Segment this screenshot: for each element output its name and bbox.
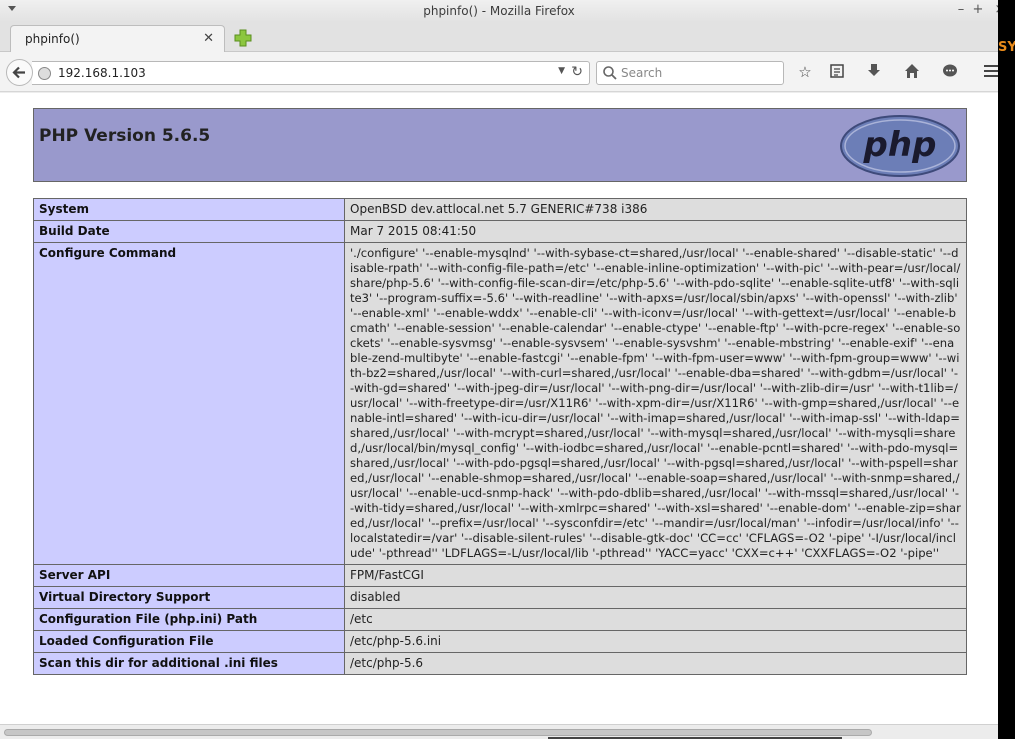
reload-icon[interactable]: ↻ bbox=[571, 64, 583, 80]
table-row: Server API FPM/FastCGI bbox=[33, 564, 967, 587]
row-key: Loaded Configuration File bbox=[33, 630, 345, 653]
php-logo: php bbox=[839, 114, 961, 182]
php-version-title: PHP Version 5.6.5 bbox=[39, 126, 211, 146]
row-key: Virtual Directory Support bbox=[33, 586, 345, 609]
new-tab-icon[interactable] bbox=[233, 28, 253, 48]
horizontal-scrollbar[interactable] bbox=[0, 724, 998, 739]
row-key: Build Date bbox=[33, 220, 345, 243]
table-row: System OpenBSD dev.attlocal.net 5.7 GENE… bbox=[33, 198, 967, 221]
tab-label: phpinfo() bbox=[25, 32, 80, 46]
table-row: Virtual Directory Support disabled bbox=[33, 586, 967, 609]
row-key: Scan this dir for additional .ini files bbox=[33, 652, 345, 675]
row-value: Mar 7 2015 08:41:50 bbox=[344, 220, 967, 243]
row-value: /etc/php-5.6.ini bbox=[344, 630, 967, 653]
row-key: Configure Command bbox=[33, 242, 345, 565]
row-value: OpenBSD dev.attlocal.net 5.7 GENERIC#738… bbox=[344, 198, 967, 221]
menu-icon[interactable] bbox=[982, 63, 998, 81]
reading-list-icon[interactable] bbox=[828, 63, 846, 81]
download-icon[interactable] bbox=[865, 63, 883, 81]
url-text[interactable]: 192.168.1.103 bbox=[58, 66, 146, 80]
row-key: Server API bbox=[33, 564, 345, 587]
table-row: Configure Command './configure' '--enabl… bbox=[33, 242, 967, 565]
row-value: disabled bbox=[344, 586, 967, 609]
navigation-bar: 192.168.1.103 ▼ ↻ Search ☆ bbox=[0, 52, 998, 92]
tab-bar: phpinfo() ✕ bbox=[0, 22, 998, 53]
svg-text:php: php bbox=[863, 125, 937, 165]
chat-icon[interactable] bbox=[941, 63, 959, 81]
search-bar[interactable]: Search bbox=[596, 61, 784, 85]
url-dropdown-icon[interactable]: ▼ bbox=[558, 66, 565, 76]
row-value: './configure' '--enable-mysqlnd' '--with… bbox=[344, 242, 967, 565]
row-value: FPM/FastCGI bbox=[344, 564, 967, 587]
page-content: PHP Version 5.6.5 php System OpenBSD dev… bbox=[0, 93, 998, 724]
title-bar: phpinfo() - Mozilla Firefox – + × bbox=[0, 0, 998, 22]
scrollbar-thumb[interactable] bbox=[4, 729, 872, 736]
table-row: Scan this dir for additional .ini files … bbox=[33, 652, 967, 675]
minimize-icon[interactable]: – bbox=[953, 2, 969, 18]
home-icon[interactable] bbox=[903, 63, 921, 81]
window-menu-icon[interactable] bbox=[8, 6, 16, 11]
desktop-edge: SY bbox=[998, 0, 1015, 739]
row-value: /etc bbox=[344, 608, 967, 631]
row-value: /etc/php-5.6 bbox=[344, 652, 967, 675]
table-row: Loaded Configuration File /etc/php-5.6.i… bbox=[33, 630, 967, 653]
tab-close-icon[interactable]: ✕ bbox=[203, 31, 214, 46]
row-key: Configuration File (php.ini) Path bbox=[33, 608, 345, 631]
row-key: System bbox=[33, 198, 345, 221]
back-button[interactable] bbox=[6, 59, 33, 86]
table-row: Configuration File (php.ini) Path /etc bbox=[33, 608, 967, 631]
php-version-header: PHP Version 5.6.5 php bbox=[33, 108, 967, 182]
site-identity-icon[interactable] bbox=[38, 67, 51, 80]
window-title: phpinfo() - Mozilla Firefox bbox=[423, 4, 575, 18]
bookmark-star-icon[interactable]: ☆ bbox=[796, 63, 814, 81]
maximize-icon[interactable]: + bbox=[970, 2, 986, 18]
search-icon bbox=[602, 65, 618, 85]
table-row: Build Date Mar 7 2015 08:41:50 bbox=[33, 220, 967, 243]
edge-text: SY bbox=[998, 40, 1015, 55]
tab-phpinfo[interactable]: phpinfo() ✕ bbox=[10, 25, 225, 53]
info-table: System OpenBSD dev.attlocal.net 5.7 GENE… bbox=[33, 198, 967, 675]
browser-window: phpinfo() - Mozilla Firefox – + × phpinf… bbox=[0, 0, 998, 739]
url-bar[interactable]: 192.168.1.103 ▼ ↻ bbox=[32, 61, 590, 85]
search-placeholder: Search bbox=[621, 66, 663, 80]
